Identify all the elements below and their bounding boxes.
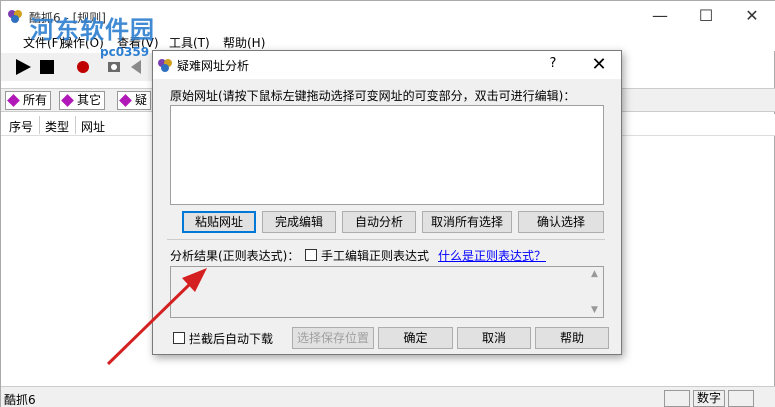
status-text: 酷抓6 — [4, 393, 36, 407]
maximize-button[interactable]: ☐ — [683, 1, 729, 31]
diamond-icon — [119, 94, 132, 107]
close-button[interactable]: ✕ — [729, 1, 775, 31]
status-indicator — [728, 390, 754, 407]
stop-icon[interactable] — [37, 57, 57, 77]
filter-other-tab[interactable]: 其它 — [59, 91, 106, 110]
play-icon[interactable] — [13, 57, 33, 77]
dialog-close-icon[interactable]: ✕ — [587, 53, 611, 77]
choose-save-location-button[interactable]: 选择保存位置 — [292, 327, 374, 349]
filter-difficult-tab[interactable]: 疑 — [117, 91, 152, 110]
record-icon[interactable] — [73, 57, 93, 77]
auto-download-checkbox[interactable] — [173, 332, 185, 344]
status-indicator — [664, 390, 690, 407]
auto-analyze-button[interactable]: 自动分析 — [342, 211, 416, 233]
back-icon[interactable] — [129, 57, 149, 77]
paste-url-button[interactable]: 粘贴网址 — [182, 211, 256, 233]
finish-edit-button[interactable]: 完成编辑 — [262, 211, 336, 233]
result-label: 分析结果(正则表达式)： — [170, 249, 300, 263]
manual-edit-label: 手工编辑正则表达式 — [321, 249, 430, 263]
dialog-title: 疑难网址分析 — [177, 59, 250, 73]
menu-tools[interactable]: 工具(T) — [169, 34, 210, 51]
watermark: 河东软件园 — [30, 15, 155, 44]
manual-edit-checkbox[interactable] — [305, 249, 317, 261]
scroll-down-icon[interactable]: ▼ — [591, 305, 598, 315]
column-index[interactable]: 序号 — [9, 118, 33, 135]
app-icon — [8, 10, 22, 23]
filter-difficult-label: 疑 — [135, 93, 148, 107]
original-url-label: 原始网址(请按下鼠标左键拖动选择可变网址的可变部分，双击可进行编辑)： — [170, 89, 576, 103]
column-separator[interactable] — [39, 116, 40, 134]
num-lock-indicator: 数字 — [693, 390, 725, 407]
column-type[interactable]: 类型 — [45, 118, 69, 135]
cancel-all-selection-button[interactable]: 取消所有选择 — [422, 211, 512, 233]
filter-other-label: 其它 — [77, 93, 102, 107]
auto-download-label: 拦截后自动下载 — [189, 332, 274, 346]
column-url[interactable]: 网址 — [81, 118, 105, 135]
capture-icon[interactable] — [105, 57, 125, 77]
result-field[interactable] — [170, 266, 604, 318]
filter-all-tab[interactable]: 所有 — [5, 91, 52, 110]
maximize-icon: ☐ — [698, 6, 714, 25]
ok-button[interactable]: 确定 — [378, 327, 453, 349]
close-icon: ✕ — [745, 6, 759, 25]
column-separator[interactable] — [75, 116, 76, 134]
status-bar: 酷抓6 数字 — [1, 386, 775, 407]
dialog-title-bar: 疑难网址分析 ? ✕ — [153, 51, 621, 79]
url-analysis-dialog: 疑难网址分析 ? ✕ 原始网址(请按下鼠标左键拖动选择可变网址的可变部分，双击可… — [152, 50, 622, 355]
filter-all-label: 所有 — [23, 93, 48, 107]
watermark-url: pc0359 — [100, 45, 150, 59]
minimize-button[interactable]: — — [637, 1, 683, 31]
what-is-regex-link[interactable]: 什么是正则表达式？ — [438, 247, 546, 264]
menu-help[interactable]: 帮助(H) — [223, 34, 265, 51]
original-url-field[interactable] — [170, 105, 604, 205]
diamond-icon — [7, 94, 20, 107]
confirm-selection-button[interactable]: 确认选择 — [518, 211, 604, 233]
minimize-icon: — — [652, 6, 668, 25]
app-icon — [158, 59, 172, 72]
cancel-button[interactable]: 取消 — [457, 327, 531, 349]
help-icon[interactable]: ? — [545, 56, 561, 74]
help-button[interactable]: 帮助 — [535, 327, 609, 349]
diamond-icon — [61, 94, 74, 107]
scroll-up-icon[interactable]: ▲ — [591, 269, 598, 279]
divider — [167, 239, 605, 240]
